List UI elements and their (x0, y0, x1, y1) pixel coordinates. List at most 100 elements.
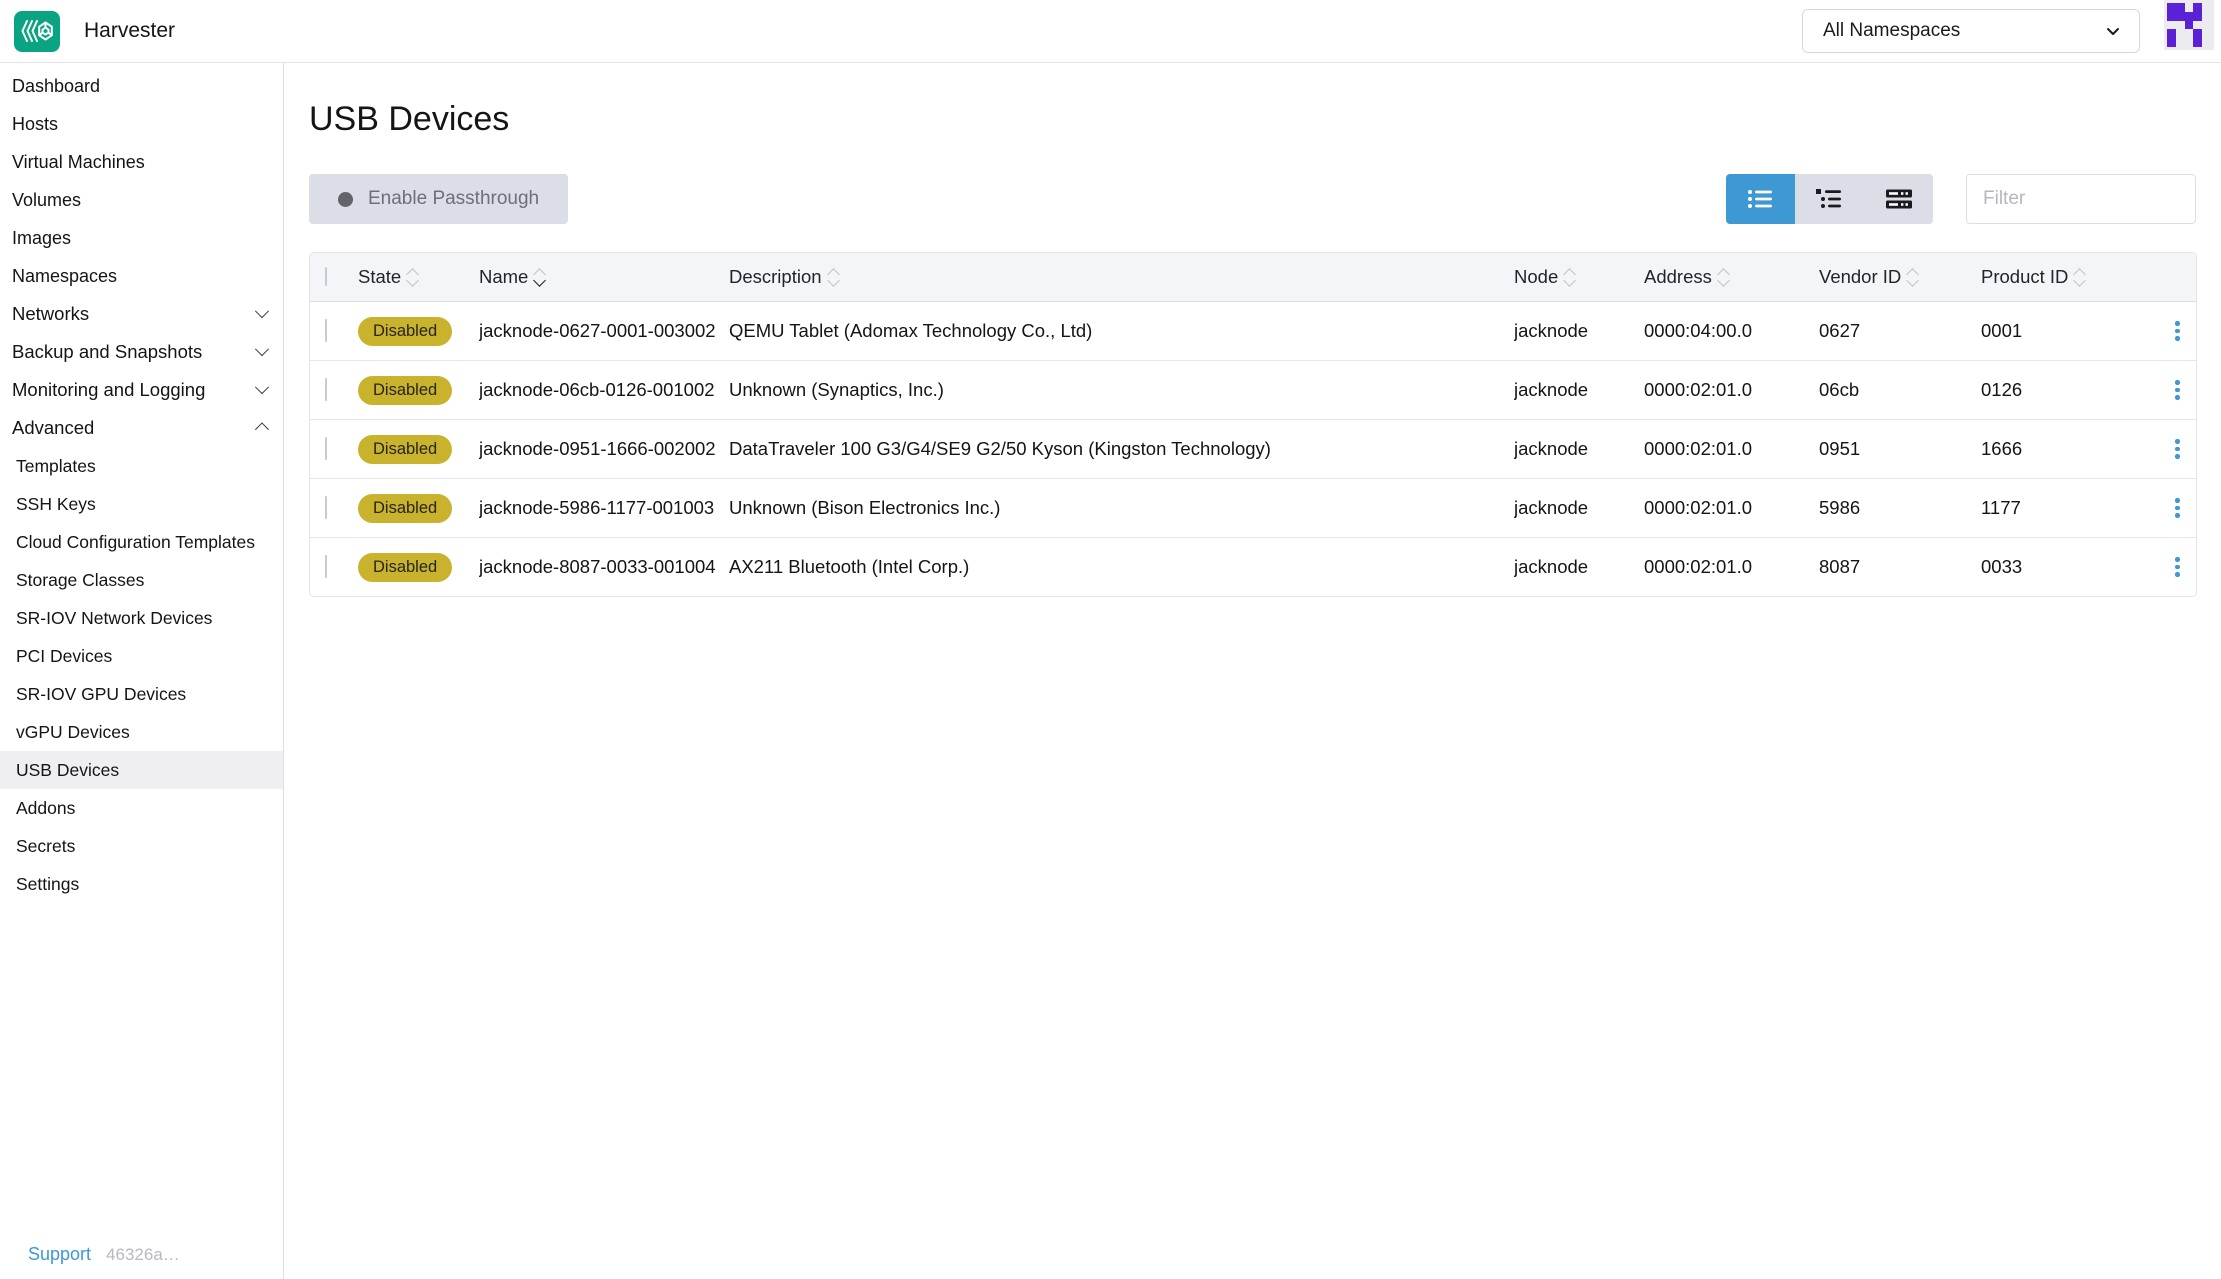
row-checkbox[interactable] (325, 378, 327, 401)
enable-passthrough-button[interactable]: Enable Passthrough (309, 174, 568, 224)
device-address: 0000:04:00.0 (1644, 320, 1819, 342)
user-avatar[interactable] (2164, 0, 2214, 50)
sidebar-item-hosts[interactable]: Hosts (0, 105, 283, 143)
sidebar-item-networks[interactable]: Networks (0, 295, 283, 333)
sidebar-item-storage-classes[interactable]: Storage Classes (0, 561, 283, 599)
support-link[interactable]: Support (28, 1244, 91, 1265)
brand-title: Harvester (84, 19, 175, 43)
sidebar-item-advanced[interactable]: Advanced (0, 409, 283, 447)
sidebar-item-secrets[interactable]: Secrets (0, 827, 283, 865)
sidebar-item-namespaces[interactable]: Namespaces (0, 257, 283, 295)
sidebar-item-label: Virtual Machines (12, 152, 145, 173)
grouped-list-view-button[interactable] (1795, 174, 1864, 224)
sidebar-item-virtual-machines[interactable]: Virtual Machines (0, 143, 283, 181)
namespace-selected-value: All Namespaces (1823, 20, 1960, 42)
device-vendor-id: 5986 (1819, 497, 1981, 519)
device-address: 0000:02:01.0 (1644, 556, 1819, 578)
status-badge: Disabled (358, 553, 452, 582)
device-vendor-id: 06cb (1819, 379, 1981, 401)
column-header-address[interactable]: Address (1644, 266, 1819, 288)
sidebar-item-cloud-configuration-templates[interactable]: Cloud Configuration Templates (0, 523, 283, 561)
chevron-down-icon (255, 304, 269, 318)
sidebar-item-vgpu-devices[interactable]: vGPU Devices (0, 713, 283, 751)
table-row: Disabledjacknode-0627-0001-003002QEMU Ta… (310, 302, 2196, 360)
sidebar-item-volumes[interactable]: Volumes (0, 181, 283, 219)
sidebar-item-sr-iov-gpu-devices[interactable]: SR-IOV GPU Devices (0, 675, 283, 713)
sidebar-item-images[interactable]: Images (0, 219, 283, 257)
sidebar-item-label: Secrets (16, 836, 75, 857)
sidebar-item-settings[interactable]: Settings (0, 865, 283, 903)
device-node: jacknode (1514, 379, 1644, 401)
device-node: jacknode (1514, 556, 1644, 578)
sidebar-item-label: SR-IOV GPU Devices (16, 684, 186, 705)
device-description: AX211 Bluetooth (Intel Corp.) (729, 556, 1514, 578)
sidebar-item-templates[interactable]: Templates (0, 447, 283, 485)
taxonomy-view-button[interactable] (1864, 174, 1933, 224)
sidebar-item-usb-devices[interactable]: USB Devices (0, 751, 283, 789)
sidebar-item-dashboard[interactable]: Dashboard (0, 67, 283, 105)
toolbar: Enable Passthrough (309, 174, 2196, 224)
device-name: jacknode-06cb-0126-001002 (479, 379, 729, 401)
column-header-state[interactable]: State (358, 266, 479, 288)
column-header-name[interactable]: Name (479, 266, 729, 288)
brand-home-link[interactable]: Harvester (14, 11, 175, 52)
list-view-button[interactable] (1726, 174, 1795, 224)
filter-input[interactable] (1966, 174, 2196, 224)
device-description: DataTraveler 100 G3/G4/SE9 G2/50 Kyson (… (729, 438, 1514, 460)
device-node: jacknode (1514, 438, 1644, 460)
row-checkbox[interactable] (325, 555, 327, 578)
sidebar-item-addons[interactable]: Addons (0, 789, 283, 827)
device-name: jacknode-5986-1177-001003 (479, 497, 729, 519)
sidebar-item-label: Advanced (12, 417, 94, 439)
sidebar-item-label: Networks (12, 303, 89, 325)
sidebar-item-label: SSH Keys (16, 494, 96, 515)
row-checkbox[interactable] (325, 319, 327, 342)
sidebar-item-ssh-keys[interactable]: SSH Keys (0, 485, 283, 523)
chevron-down-icon (2103, 21, 2123, 41)
sidebar-item-label: Addons (16, 798, 75, 819)
page-title: USB Devices (309, 100, 509, 139)
device-product-id: 1177 (1981, 497, 2159, 519)
sidebar-item-label: Cloud Configuration Templates (16, 532, 255, 553)
sidebar-item-label: PCI Devices (16, 646, 112, 667)
device-name: jacknode-0627-0001-003002 (479, 320, 729, 342)
sidebar-item-label: Namespaces (12, 266, 117, 287)
column-header-vendor-id[interactable]: Vendor ID (1819, 266, 1981, 288)
device-name: jacknode-0951-1666-002002 (479, 438, 729, 460)
sidebar-item-label: Templates (16, 456, 96, 477)
list-icon (1747, 188, 1774, 210)
sidebar-item-label: Monitoring and Logging (12, 379, 205, 401)
chevron-down-icon (255, 342, 269, 356)
row-checkbox[interactable] (325, 437, 327, 460)
device-description: Unknown (Bison Electronics Inc.) (729, 497, 1514, 519)
table-row: Disabledjacknode-06cb-0126-001002Unknown… (310, 360, 2196, 419)
status-badge: Disabled (358, 317, 452, 346)
device-product-id: 0001 (1981, 320, 2159, 342)
row-actions-menu-icon[interactable] (2159, 492, 2196, 524)
harvester-logo-icon (14, 11, 60, 52)
row-checkbox[interactable] (325, 496, 327, 519)
taxonomy-icon (1886, 188, 1912, 210)
sidebar-item-monitoring-and-logging[interactable]: Monitoring and Logging (0, 371, 283, 409)
column-header-description[interactable]: Description (729, 266, 1514, 288)
select-all-checkbox[interactable] (325, 267, 327, 286)
device-address: 0000:02:01.0 (1644, 438, 1819, 460)
row-actions-menu-icon[interactable] (2159, 433, 2196, 465)
device-name: jacknode-8087-0033-001004 (479, 556, 729, 578)
column-header-node[interactable]: Node (1514, 266, 1644, 288)
sidebar-item-label: Dashboard (12, 76, 100, 97)
device-vendor-id: 0951 (1819, 438, 1981, 460)
sidebar-item-sr-iov-network-devices[interactable]: SR-IOV Network Devices (0, 599, 283, 637)
sidebar-item-label: USB Devices (16, 760, 119, 781)
row-actions-menu-icon[interactable] (2159, 551, 2196, 583)
sidebar-item-label: Images (12, 228, 71, 249)
row-actions-menu-icon[interactable] (2159, 315, 2196, 347)
sidebar-item-pci-devices[interactable]: PCI Devices (0, 637, 283, 675)
sidebar-item-backup-and-snapshots[interactable]: Backup and Snapshots (0, 333, 283, 371)
row-actions-menu-icon[interactable] (2159, 374, 2196, 406)
status-badge: Disabled (358, 494, 452, 523)
main-content: USB Devices Enable Passthrough (285, 62, 2221, 1279)
column-header-product-id[interactable]: Product ID (1981, 266, 2159, 288)
top-header: Harvester All Namespaces (0, 0, 2221, 63)
namespace-selector[interactable]: All Namespaces (1802, 9, 2140, 53)
